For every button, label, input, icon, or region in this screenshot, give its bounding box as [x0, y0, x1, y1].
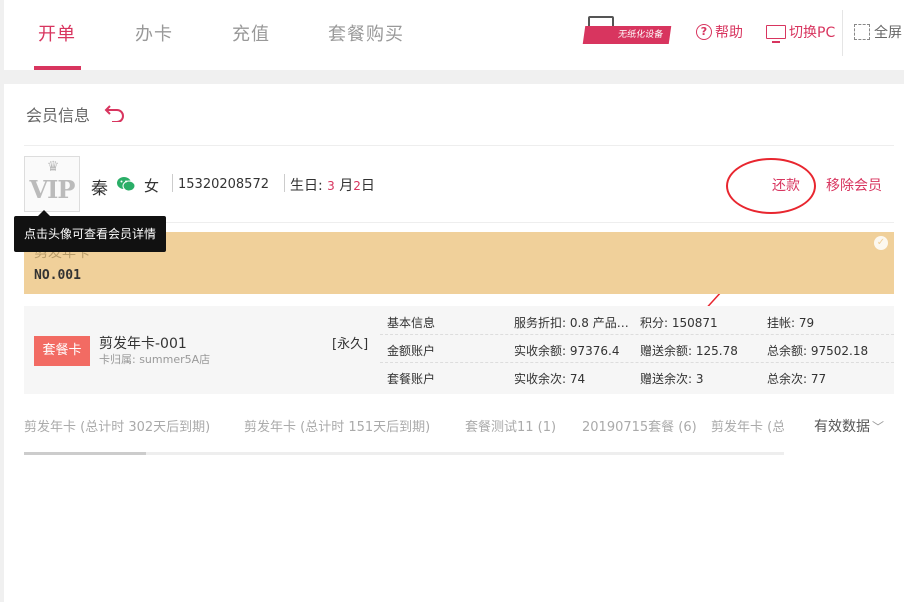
monitor-icon [766, 25, 786, 43]
horizontal-scrollbar[interactable] [24, 452, 784, 455]
fullscreen-button[interactable]: 全屏 [854, 22, 902, 42]
member-phone: 15320208572 [178, 177, 269, 192]
main-panel: 会员信息 ♛ VIP 秦 女 15320208572 生日: 3 月2日 还款 … [4, 84, 904, 602]
fullscreen-label: 全屏 [874, 25, 902, 41]
member-name: 秦 [91, 179, 108, 199]
account-cell: 赠送余次: 3 [640, 372, 704, 386]
question-icon: ? [696, 24, 712, 40]
birthday-month-unit: 月 [339, 178, 354, 194]
birthday-month: 3 [327, 179, 335, 193]
help-button[interactable]: ? 帮助 [696, 22, 743, 42]
top-nav: 开单 办卡 充值 套餐购买 无纸化设备 ? 帮助 切换PC 全屏 [4, 0, 904, 70]
card-tab[interactable]: 20190715套餐 (6) [582, 416, 697, 435]
avatar-vip-text: VIP [29, 175, 76, 204]
check-icon: ✓ [874, 236, 888, 250]
account-row-label: 金额账户 [387, 344, 436, 358]
scrollbar-thumb[interactable] [24, 452, 146, 455]
remove-member-button[interactable]: 移除会员 [826, 175, 882, 195]
card-number: NO.001 [34, 268, 81, 283]
account-cell: 实收余次: 74 [514, 372, 586, 386]
valid-data-dropdown[interactable]: 有效数据 ﹀ [814, 416, 884, 436]
wechat-icon [117, 177, 136, 192]
account-cell: 服务折扣: 0.8 产品… [514, 316, 629, 330]
card-tab[interactable]: 剪发年卡 (总 [711, 416, 784, 435]
birthday-day-unit: 日 [360, 178, 375, 194]
chevron-down-icon: ﹀ [872, 420, 885, 434]
switch-pc-label: 切换PC [789, 25, 836, 41]
package-store: 卡归属: summer5A店 [99, 353, 211, 366]
card-tabs: 剪发年卡 (总计时 302天后到期) 剪发年卡 (总计时 151天后到期) 套餐… [24, 414, 784, 438]
account-row: 套餐账户 实收余次: 74 赠送余次: 3 总余次: 77 [380, 364, 894, 391]
account-row: 基本信息 服务折扣: 0.8 产品… 积分: 150871 挂帐: 79 [380, 308, 894, 335]
package-term: [永久] [332, 337, 369, 352]
nav-divider [842, 10, 843, 56]
section-title: 会员信息 [26, 106, 91, 125]
account-cell: 赠送余额: 125.78 [640, 344, 738, 358]
back-arrow-icon[interactable] [104, 102, 128, 123]
paperless-device-label: 无纸化设备 [582, 26, 672, 44]
divider [172, 174, 173, 192]
valid-data-label: 有效数据 [814, 419, 870, 435]
account-row: 金额账户 实收余额: 97376.4 赠送余额: 125.78 总余额: 975… [380, 336, 894, 363]
divider [284, 174, 285, 192]
tab-buy-package[interactable]: 套餐购买 [328, 20, 404, 46]
tab-recharge[interactable]: 充值 [232, 20, 270, 46]
birthday-label: 生日: [290, 178, 323, 194]
avatar[interactable]: ♛ VIP [24, 156, 80, 212]
card-tab[interactable]: 剪发年卡 (总计时 302天后到期) [24, 416, 210, 435]
card-tab[interactable]: 剪发年卡 (总计时 151天后到期) [244, 416, 430, 435]
annotation-circle [726, 158, 816, 214]
account-grid: 基本信息 服务折扣: 0.8 产品… 积分: 150871 挂帐: 79 金额账… [380, 306, 894, 394]
crown-icon: ♛ [46, 159, 60, 175]
account-cell: 总余额: 97502.18 [767, 344, 869, 358]
active-tab-indicator [34, 66, 81, 70]
account-cell: 实收余额: 97376.4 [514, 344, 620, 358]
account-row-label: 套餐账户 [387, 372, 436, 386]
member-birthday: 生日: 3 月2日 [290, 175, 375, 195]
account-cell: 总余次: 77 [767, 372, 827, 386]
tab-issue-card[interactable]: 办卡 [135, 20, 173, 46]
fullscreen-icon [854, 24, 870, 40]
package-name: 剪发年卡-001 [99, 336, 187, 352]
birthday-day: 2 [353, 179, 361, 193]
package-row: 套餐卡 剪发年卡-001 卡归属: summer5A店 [永久] 基本信息 服务… [24, 306, 894, 394]
avatar-tooltip: 点击头像可查看会员详情 [14, 210, 166, 252]
package-card-badge: 套餐卡 [34, 336, 90, 366]
card-tab[interactable]: 套餐测试11 (1) [465, 416, 556, 435]
paperless-device-button[interactable]: 无纸化设备 [582, 16, 672, 46]
switch-pc-button[interactable]: 切换PC [766, 22, 836, 43]
help-label: 帮助 [715, 25, 743, 41]
account-cell: 挂帐: 79 [767, 316, 815, 330]
divider [24, 145, 894, 146]
account-cell: 积分: 150871 [640, 316, 718, 330]
account-row-label: 基本信息 [387, 316, 436, 330]
member-gender: 女 [144, 177, 160, 195]
tab-billing[interactable]: 开单 [38, 20, 76, 46]
